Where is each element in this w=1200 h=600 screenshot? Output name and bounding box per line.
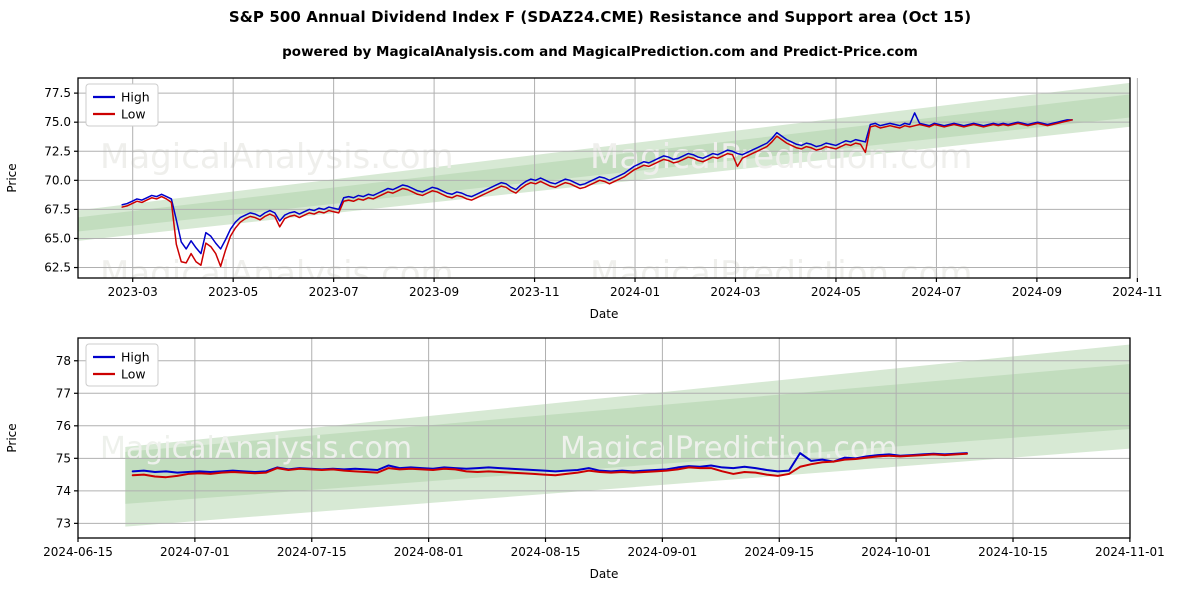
svg-text:77.5: 77.5 (44, 86, 71, 100)
svg-text:74: 74 (56, 484, 71, 498)
svg-text:2024-08-01: 2024-08-01 (394, 545, 464, 559)
svg-text:62.5: 62.5 (44, 261, 71, 275)
svg-text:Low: Low (121, 367, 146, 382)
svg-text:2023-11: 2023-11 (509, 285, 559, 299)
svg-text:75.0: 75.0 (44, 115, 71, 129)
svg-text:73: 73 (56, 516, 71, 530)
svg-text:2024-11: 2024-11 (1112, 285, 1162, 299)
svg-text:2024-09-01: 2024-09-01 (628, 545, 698, 559)
svg-text:2024-07-15: 2024-07-15 (277, 545, 347, 559)
svg-text:2024-08-15: 2024-08-15 (511, 545, 581, 559)
svg-text:MagicalAnalysis.com: MagicalAnalysis.com (100, 431, 412, 466)
top-chart: MagicalAnalysis.com MagicalPrediction.com… (0, 70, 1200, 330)
svg-text:2024-11-01: 2024-11-01 (1095, 545, 1165, 559)
svg-text:2024-03: 2024-03 (710, 285, 760, 299)
svg-text:2023-03: 2023-03 (108, 285, 158, 299)
svg-text:65.0: 65.0 (44, 231, 71, 245)
svg-text:77: 77 (56, 386, 71, 400)
page-subtitle: powered by MagicalAnalysis.com and Magic… (282, 44, 918, 60)
svg-text:78: 78 (56, 354, 71, 368)
page-title: S&P 500 Annual Dividend Index F (SDAZ24.… (228, 8, 972, 26)
svg-text:MagicalPrediction.com: MagicalPrediction.com (590, 137, 973, 177)
svg-text:2024-10-01: 2024-10-01 (861, 545, 931, 559)
svg-text:2023-09: 2023-09 (409, 285, 459, 299)
svg-text:2024-05: 2024-05 (811, 285, 861, 299)
svg-text:Date: Date (590, 567, 619, 581)
top-price-chart: MagicalAnalysis.com MagicalPrediction.com… (5, 77, 1162, 321)
svg-text:Price: Price (5, 423, 19, 452)
svg-text:76: 76 (56, 419, 71, 433)
svg-text:Date: Date (590, 307, 619, 321)
svg-text:High: High (121, 90, 150, 105)
svg-text:MagicalAnalysis.com: MagicalAnalysis.com (100, 137, 454, 177)
svg-text:2024-07: 2024-07 (911, 285, 961, 299)
bottom-chart: MagicalAnalysis.com MagicalPrediction.com… (0, 330, 1200, 600)
svg-text:67.5: 67.5 (44, 202, 71, 216)
svg-text:70.0: 70.0 (44, 173, 71, 187)
svg-text:72.5: 72.5 (44, 144, 71, 158)
svg-text:2024-01: 2024-01 (610, 285, 660, 299)
svg-text:2024-07-01: 2024-07-01 (160, 545, 230, 559)
svg-text:2024-09-15: 2024-09-15 (744, 545, 814, 559)
svg-text:Price: Price (5, 163, 19, 192)
chart-page: S&P 500 Annual Dividend Index F (SDAZ24.… (0, 0, 1200, 600)
svg-text:2023-07: 2023-07 (309, 285, 359, 299)
svg-text:2024-06-15: 2024-06-15 (43, 545, 113, 559)
svg-text:MagicalPrediction.com: MagicalPrediction.com (560, 431, 898, 466)
svg-text:2024-10-15: 2024-10-15 (978, 545, 1048, 559)
svg-text:Low: Low (121, 107, 146, 122)
svg-text:2024-09: 2024-09 (1012, 285, 1062, 299)
svg-text:High: High (121, 350, 150, 365)
svg-text:2023-05: 2023-05 (208, 285, 258, 299)
svg-text:75: 75 (56, 451, 71, 465)
bottom-price-chart: MagicalAnalysis.com MagicalPrediction.com… (5, 337, 1165, 581)
